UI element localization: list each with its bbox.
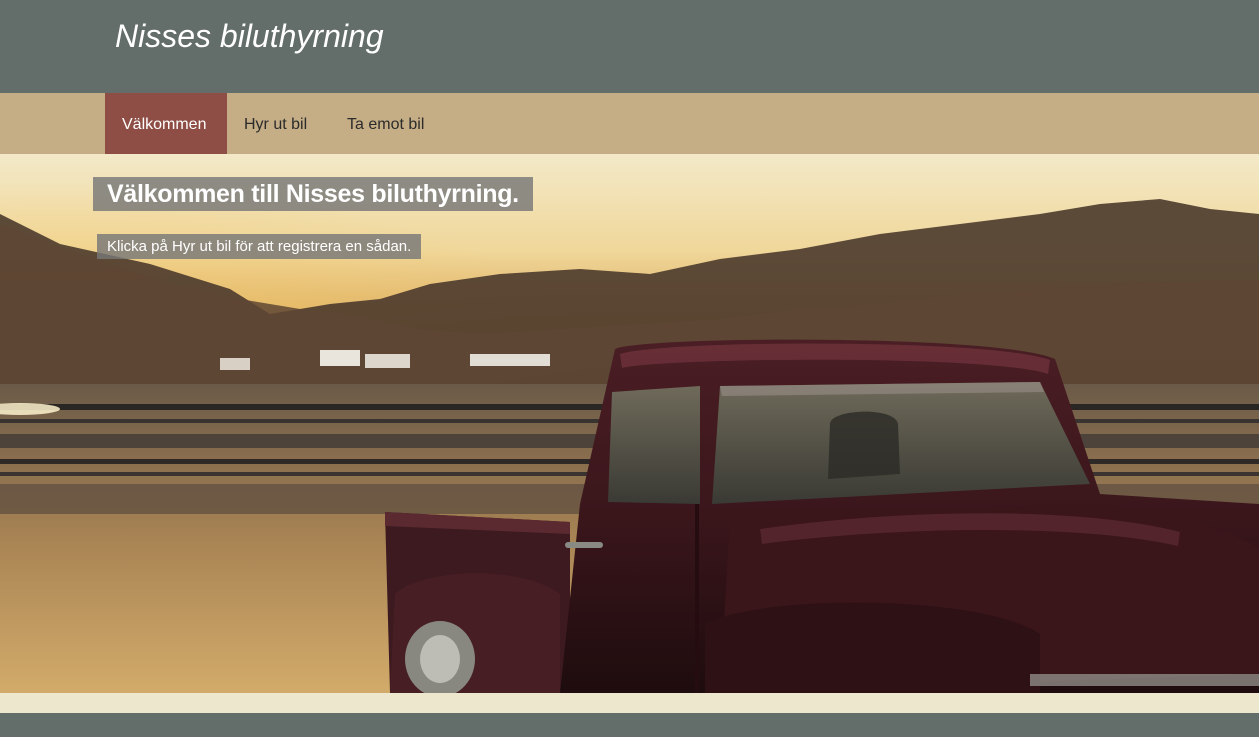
hero-subtext: Klicka på Hyr ut bil för att registrera … bbox=[97, 234, 422, 259]
site-header: Nisses biluthyrning bbox=[0, 0, 1259, 93]
nav-item-hyr-ut-bil[interactable]: Hyr ut bil bbox=[227, 93, 330, 154]
footer-strip bbox=[0, 693, 1259, 713]
hero-banner: Välkommen till Nisses biluthyrning. Klic… bbox=[0, 154, 1259, 693]
nav-item-ta-emot-bil[interactable]: Ta emot bil bbox=[330, 93, 444, 154]
page: Nisses biluthyrning Välkommen Hyr ut bil… bbox=[0, 0, 1259, 737]
nav-item-valkommen[interactable]: Välkommen bbox=[105, 93, 227, 154]
site-title[interactable]: Nisses biluthyrning bbox=[115, 18, 384, 55]
hero-heading: Välkommen till Nisses biluthyrning. bbox=[93, 177, 533, 211]
site-footer bbox=[0, 713, 1259, 737]
main-nav: Välkommen Hyr ut bil Ta emot bil bbox=[0, 93, 1259, 154]
